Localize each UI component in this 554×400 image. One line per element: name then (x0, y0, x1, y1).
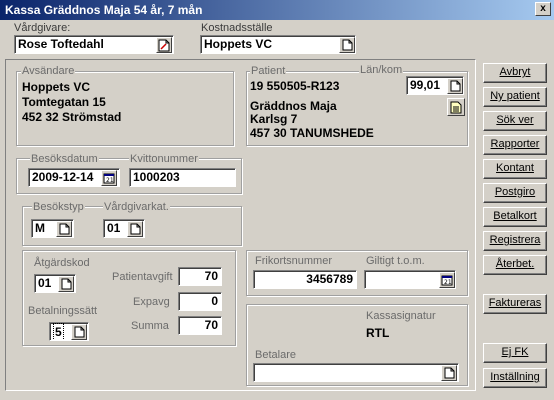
atgardskod-label: Åtgärdskod (34, 257, 90, 269)
document-icon[interactable] (71, 324, 87, 340)
document-icon[interactable] (58, 276, 74, 292)
patientavgift-label: Patientavgift (112, 271, 173, 283)
summa-label: Summa (131, 320, 169, 332)
frikortsnummer-label: Frikortsnummer (255, 255, 333, 267)
sok-ver-button[interactable]: Sök ver (483, 111, 547, 131)
kassasignatur-label: Kassasignatur (366, 310, 436, 322)
avsandare-line3: 452 32 Strömstad (22, 110, 122, 124)
betalare-label: Betalare (255, 349, 296, 361)
title-bar: Kassa Gräddnos Maja 54 år, 7 mån (0, 0, 554, 20)
lan-kom-label: Län/kom (359, 64, 404, 76)
calendar-icon[interactable]: 21 (101, 170, 117, 186)
kassasignatur-value: RTL (366, 326, 390, 340)
kontant-button[interactable]: Kontant (483, 159, 547, 179)
patientavgift-field[interactable]: 70 (178, 267, 222, 286)
document-icon[interactable] (127, 221, 143, 237)
document-icon[interactable] (447, 78, 463, 94)
avsandare-line2: Tomtegatan 15 (22, 95, 106, 109)
frikortsnummer-field[interactable]: 3456789 (253, 270, 357, 289)
ny-patient-button[interactable]: Ny patient (483, 87, 547, 107)
patient-label: Patient (250, 65, 287, 77)
kostnadsstalle-field[interactable]: Hoppets VC (200, 35, 356, 54)
faktureras-button[interactable]: Faktureras (483, 294, 547, 314)
postgiro-button[interactable]: Postgiro (483, 183, 547, 203)
giltigt-label: Giltigt t.o.m. (366, 255, 425, 267)
patient-street: Karlsg 7 (250, 112, 298, 126)
installning-button[interactable]: Inställning (483, 368, 547, 388)
betalare-field[interactable] (253, 363, 459, 382)
avbryt-button[interactable]: Avbryt (483, 63, 547, 83)
kvittonummer-field[interactable]: 1000203 (129, 168, 236, 187)
summa-field[interactable]: 70 (178, 316, 222, 335)
besoksdatum-label: Besöksdatum (30, 153, 99, 165)
kvittonummer-label: Kvittonummer (129, 153, 199, 165)
aterbet-button[interactable]: Återbet. (483, 255, 547, 275)
expavg-field[interactable]: 0 (178, 292, 222, 311)
betalningssatt-value: 5 (53, 323, 64, 340)
notes-icon[interactable] (447, 98, 465, 116)
window-title: Kassa Gräddnos Maja 54 år, 7 mån (5, 3, 203, 17)
svg-text:21: 21 (106, 177, 114, 184)
besokstyp-label: Besökstyp (32, 201, 85, 213)
patient-city: 457 30 TANUMSHEDE (250, 126, 374, 140)
avsandare-label: Avsändare (21, 65, 76, 77)
document-icon[interactable] (441, 365, 457, 381)
patient-id: 19 550505-R123 (250, 79, 340, 93)
ej-fk-button[interactable]: Ej FK (483, 343, 547, 363)
svg-text:21: 21 (444, 279, 452, 286)
kostnadsstalle-label: Kostnadsställe (201, 22, 273, 34)
betalkort-button[interactable]: Betalkort (483, 207, 547, 227)
expavg-label: Expavg (133, 296, 170, 308)
document-icon[interactable] (339, 37, 355, 53)
edit-document-icon[interactable] (156, 37, 172, 53)
patient-name: Gräddnos Maja (250, 99, 337, 113)
betalningssatt-label: Betalningssätt (28, 305, 98, 317)
vardgivarkat-label: Vårdgivarkat. (103, 201, 170, 213)
avsandare-line1: Hoppets VC (22, 80, 91, 94)
calendar-icon[interactable]: 21 (439, 272, 455, 288)
registrera-button[interactable]: Registrera (483, 231, 547, 251)
vardgivare-field[interactable]: Rose Toftedahl (14, 35, 174, 54)
close-button[interactable]: x (535, 2, 551, 16)
rapporter-button[interactable]: Rapporter (483, 135, 547, 155)
document-icon[interactable] (56, 221, 72, 237)
vardgivare-label: Vårdgivare: (14, 22, 71, 34)
